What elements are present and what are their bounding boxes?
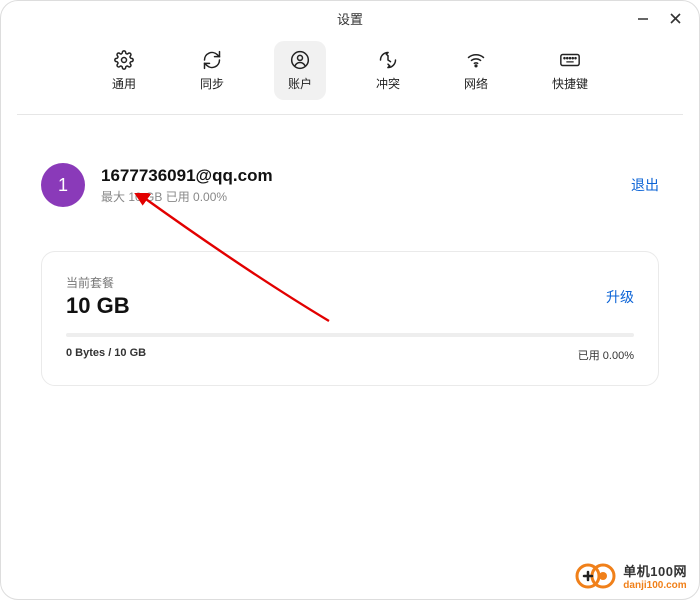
storage-progress [66, 333, 634, 337]
close-button[interactable] [661, 7, 689, 29]
usage-bytes: 0 Bytes / 10 GB [66, 347, 146, 363]
usage-percent: 已用 0.00% [578, 347, 634, 363]
tab-network[interactable]: 网络 [450, 41, 502, 100]
wifi-icon [465, 49, 487, 71]
sync-icon [201, 49, 223, 71]
tab-label: 网络 [464, 75, 488, 92]
tab-label: 账户 [288, 75, 312, 92]
account-info: 1677736091@qq.com 最大 10 GB 已用 0.00% [101, 166, 615, 205]
window-title: 设置 [337, 9, 363, 28]
plan-size: 10 GB [66, 293, 130, 319]
settings-tabs: 通用 同步 账户 冲突 网络 [1, 35, 699, 114]
watermark-logo-icon [575, 561, 617, 591]
account-subline: 最大 10 GB 已用 0.00% [101, 188, 615, 205]
gear-icon [113, 49, 135, 71]
keyboard-icon [559, 49, 581, 71]
window-controls [629, 7, 689, 29]
tab-shortcut[interactable]: 快捷键 [538, 41, 602, 100]
minimize-button[interactable] [629, 7, 657, 29]
plan-card: 当前套餐 10 GB 升级 0 Bytes / 10 GB 已用 0.00% [41, 251, 659, 386]
plan-label: 当前套餐 [66, 274, 130, 291]
tab-sync[interactable]: 同步 [186, 41, 238, 100]
account-email: 1677736091@qq.com [101, 166, 615, 186]
plan-bottom: 0 Bytes / 10 GB 已用 0.00% [66, 347, 634, 363]
tab-label: 快捷键 [552, 75, 588, 92]
logout-link[interactable]: 退出 [631, 175, 659, 195]
avatar: 1 [41, 163, 85, 207]
watermark-text: 单机100网 danji100.com [623, 561, 687, 591]
conflict-icon [377, 49, 399, 71]
watermark: 单机100网 danji100.com [575, 561, 687, 591]
plan-top: 当前套餐 10 GB 升级 [66, 274, 634, 319]
watermark-title: 单机100网 [623, 561, 687, 580]
plan-left: 当前套餐 10 GB [66, 274, 130, 319]
tab-label: 同步 [200, 75, 224, 92]
user-icon [289, 49, 311, 71]
settings-window: 设置 通用 同步 账户 [0, 0, 700, 600]
account-row: 1 1677736091@qq.com 最大 10 GB 已用 0.00% 退出 [41, 163, 659, 207]
watermark-url: danji100.com [623, 580, 687, 591]
tab-label: 冲突 [376, 75, 400, 92]
titlebar: 设置 [1, 1, 699, 35]
account-content: 1 1677736091@qq.com 最大 10 GB 已用 0.00% 退出… [1, 115, 699, 386]
tab-label: 通用 [112, 75, 136, 92]
upgrade-link[interactable]: 升级 [606, 287, 634, 307]
tab-general[interactable]: 通用 [98, 41, 150, 100]
tab-account[interactable]: 账户 [274, 41, 326, 100]
tab-conflict[interactable]: 冲突 [362, 41, 414, 100]
